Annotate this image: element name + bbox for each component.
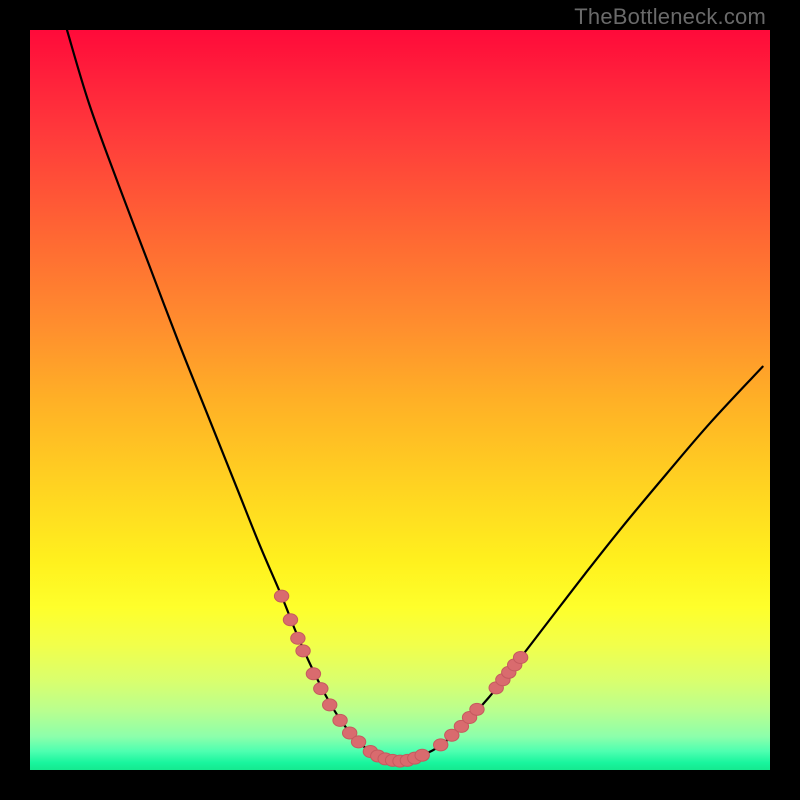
plot-area bbox=[30, 30, 770, 770]
watermark-text: TheBottleneck.com bbox=[574, 4, 766, 30]
marker-dot bbox=[470, 703, 484, 715]
marker-dot bbox=[415, 749, 429, 761]
curve-layer bbox=[30, 30, 770, 770]
marker-dot bbox=[513, 652, 527, 664]
chart-frame: TheBottleneck.com bbox=[0, 0, 800, 800]
marker-dot bbox=[434, 739, 448, 751]
marker-dot bbox=[351, 736, 365, 748]
marker-dot bbox=[274, 590, 288, 602]
marker-dot bbox=[333, 714, 347, 726]
bottleneck-curve bbox=[67, 30, 763, 761]
marker-dot bbox=[323, 699, 337, 711]
marker-dot bbox=[306, 668, 320, 680]
marker-dot bbox=[291, 632, 305, 644]
marker-dot bbox=[296, 645, 310, 657]
marker-dot bbox=[314, 683, 328, 695]
marker-dot bbox=[283, 614, 297, 626]
curve-markers bbox=[274, 590, 527, 767]
